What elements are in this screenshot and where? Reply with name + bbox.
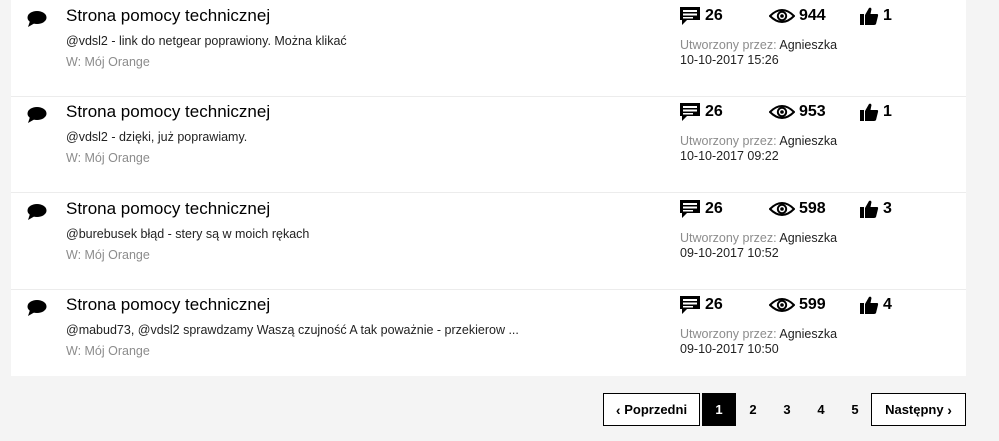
views-stat: 599 [769, 295, 826, 315]
speech-bubble-icon [27, 107, 47, 123]
chevron-right-icon: › [947, 401, 952, 418]
page-5-button[interactable]: 5 [838, 393, 872, 426]
message-title-link[interactable]: Strona pomocy technicznej [66, 6, 270, 26]
eye-icon [769, 105, 795, 119]
author-label: Utworzony przez: [680, 231, 777, 245]
comment-icon [680, 7, 700, 25]
kudos-count: 3 [883, 200, 892, 217]
message-excerpt: @mabud73, @vdsl2 sprawdzamy Waszą czujno… [66, 323, 519, 337]
kudos-stat[interactable]: 1 [859, 6, 892, 26]
author-link[interactable]: Agnieszka [779, 38, 837, 52]
replies-stat: 26 [679, 199, 723, 219]
comment-icon [680, 200, 700, 218]
message-title-link[interactable]: Strona pomocy technicznej [66, 102, 270, 122]
views-stat: 944 [769, 6, 826, 26]
post-date: 10-10-2017 09:22 [680, 149, 779, 163]
post-date: 09-10-2017 10:50 [680, 342, 779, 356]
message-row: Strona pomocy technicznej @burebusek błą… [11, 193, 966, 290]
eye-icon [769, 298, 795, 312]
message-row: Strona pomocy technicznej @vdsl2 - link … [11, 0, 966, 97]
post-date: 10-10-2017 15:26 [680, 53, 779, 67]
replies-stat: 26 [679, 295, 723, 315]
board-link[interactable]: W: Mój Orange [66, 55, 150, 69]
author-label: Utworzony przez: [680, 134, 777, 148]
replies-count: 26 [705, 200, 723, 217]
chevron-left-icon: ‹ [615, 401, 621, 418]
replies-stat: 26 [679, 6, 723, 26]
comment-icon [680, 296, 700, 314]
replies-count: 26 [705, 7, 723, 24]
page-2-button[interactable]: 2 [736, 393, 770, 426]
views-count: 953 [799, 103, 826, 120]
replies-count: 26 [705, 103, 723, 120]
next-label: Następny [885, 402, 944, 417]
speech-bubble-icon [27, 204, 47, 220]
author-label: Utworzony przez: [680, 327, 777, 341]
previous-label: Poprzedni [624, 402, 688, 417]
message-row: Strona pomocy technicznej @vdsl2 - dzięk… [11, 96, 966, 193]
comment-icon [680, 103, 700, 121]
views-stat: 953 [769, 102, 826, 122]
message-excerpt: @burebusek błąd - stery są w moich rękac… [66, 227, 310, 241]
message-list: Strona pomocy technicznej @vdsl2 - link … [11, 0, 966, 376]
board-link[interactable]: W: Mój Orange [66, 151, 150, 165]
replies-stat: 26 [679, 102, 723, 122]
views-stat: 598 [769, 199, 826, 219]
board-link[interactable]: W: Mój Orange [66, 344, 150, 358]
kudos-count: 4 [883, 296, 892, 313]
eye-icon [769, 9, 795, 23]
kudos-stat[interactable]: 1 [859, 102, 892, 122]
author-line: Utworzony przez: Agnieszka [680, 231, 837, 245]
message-excerpt: @vdsl2 - dzięki, już poprawiamy. [66, 130, 248, 144]
kudos-stat[interactable]: 3 [859, 199, 892, 219]
kudos-stat[interactable]: 4 [859, 295, 892, 315]
next-page-button[interactable]: Następny › [871, 393, 966, 426]
author-link[interactable]: Agnieszka [779, 327, 837, 341]
message-title-link[interactable]: Strona pomocy technicznej [66, 295, 270, 315]
kudos-count: 1 [883, 103, 892, 120]
views-count: 599 [799, 296, 826, 313]
author-line: Utworzony przez: Agnieszka [680, 327, 837, 341]
board-link[interactable]: W: Mój Orange [66, 248, 150, 262]
views-count: 944 [799, 7, 826, 24]
message-excerpt: @vdsl2 - link do netgear poprawiony. Moż… [66, 34, 347, 48]
author-line: Utworzony przez: Agnieszka [680, 134, 837, 148]
author-label: Utworzony przez: [680, 38, 777, 52]
replies-count: 26 [705, 296, 723, 313]
message-row: Strona pomocy technicznej @mabud73, @vds… [11, 289, 966, 385]
previous-page-button[interactable]: ‹ Poprzedni [603, 393, 700, 426]
kudos-count: 1 [883, 7, 892, 24]
views-count: 598 [799, 200, 826, 217]
speech-bubble-icon [27, 11, 47, 27]
author-line: Utworzony przez: Agnieszka [680, 38, 837, 52]
page-1-button[interactable]: 1 [702, 393, 736, 426]
thumbs-up-icon[interactable] [859, 6, 879, 26]
thumbs-up-icon[interactable] [859, 199, 879, 219]
page-4-button[interactable]: 4 [804, 393, 838, 426]
eye-icon [769, 202, 795, 216]
post-date: 09-10-2017 10:52 [680, 246, 779, 260]
page-3-button[interactable]: 3 [770, 393, 804, 426]
speech-bubble-icon [27, 300, 47, 316]
thumbs-up-icon[interactable] [859, 295, 879, 315]
author-link[interactable]: Agnieszka [779, 231, 837, 245]
message-title-link[interactable]: Strona pomocy technicznej [66, 199, 270, 219]
thumbs-up-icon[interactable] [859, 102, 879, 122]
author-link[interactable]: Agnieszka [779, 134, 837, 148]
